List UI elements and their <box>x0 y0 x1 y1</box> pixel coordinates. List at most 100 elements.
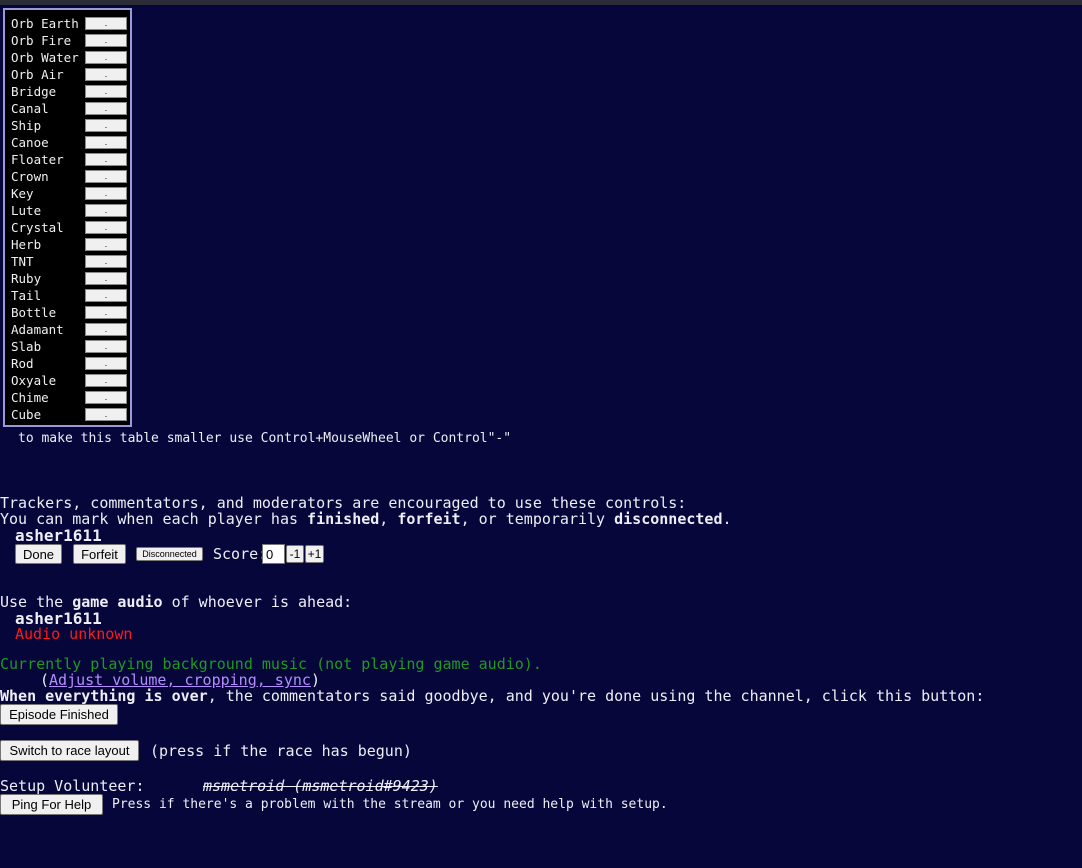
tracker-item-toggle[interactable]: . <box>85 85 127 98</box>
tracker-item-label: Rod <box>11 356 34 371</box>
tracker-item-label: Oxyale <box>11 373 57 388</box>
finish-instruction-rest: , the commentators said goodbye, and you… <box>207 687 985 705</box>
tracker-item-toggle[interactable]: . <box>85 323 127 336</box>
audio-instruction: Use the game audio of whoever is ahead: <box>0 594 352 610</box>
tracker-item-toggle[interactable]: . <box>85 391 127 404</box>
tracker-item-toggle[interactable]: . <box>85 51 127 64</box>
audio-status: Audio unknown <box>15 625 133 643</box>
tracker-row: Floater. <box>9 151 131 168</box>
score-minus-button[interactable]: -1 <box>286 545 304 563</box>
tracker-item-toggle[interactable]: . <box>85 272 127 285</box>
tracker-item-label: Chime <box>11 390 49 405</box>
tracker-row: Oxyale. <box>9 372 131 389</box>
tracker-row: Orb Water. <box>9 49 131 66</box>
tracker-item-label: TNT <box>11 254 34 269</box>
tracker-item-toggle[interactable]: . <box>85 170 127 183</box>
audio-instruction-suffix: of whoever is ahead: <box>162 593 353 611</box>
tracker-item-toggle[interactable]: . <box>85 119 127 132</box>
score-input[interactable] <box>262 544 285 564</box>
controls-description: You can mark when each player has finish… <box>0 511 732 527</box>
tracker-item-label: Floater <box>11 152 64 167</box>
tracker-item-label: Key <box>11 186 34 201</box>
tracker-row: Bridge. <box>9 83 131 100</box>
finish-instruction-bold: When everything is over <box>0 687 208 705</box>
tracker-item-label: Slab <box>11 339 42 354</box>
tracker-item-toggle[interactable]: . <box>85 153 127 166</box>
score-plus-button[interactable]: +1 <box>305 545 324 563</box>
adjust-audio-line: (Adjust volume, cropping, sync) <box>40 672 320 688</box>
background-music-status: Currently playing background music (not … <box>0 655 542 673</box>
resize-hint: to make this table smaller use Control+M… <box>18 431 512 446</box>
forfeit-word: forfeit <box>397 510 461 528</box>
switch-race-layout-button[interactable]: Switch to race layout <box>0 740 139 761</box>
tracker-row: Slab. <box>9 338 131 355</box>
tracker-row: Orb Earth. <box>9 15 131 32</box>
tracker-item-toggle[interactable]: . <box>85 289 127 302</box>
tracker-row: Cube. <box>9 406 131 423</box>
tracker-item-label: Bottle <box>11 305 57 320</box>
tracker-item-toggle[interactable]: . <box>85 187 127 200</box>
tracker-row: Herb. <box>9 236 131 253</box>
forfeit-button[interactable]: Forfeit <box>73 544 126 564</box>
player-name-controls: asher1611 <box>15 526 102 545</box>
tracker-item-toggle[interactable]: . <box>85 102 127 115</box>
disconnected-word: disconnected <box>614 510 723 528</box>
tracker-item-toggle[interactable]: . <box>85 357 127 370</box>
tracker-item-toggle[interactable]: . <box>85 374 127 387</box>
tracker-row: Orb Air. <box>9 66 131 83</box>
tracker-item-toggle[interactable]: . <box>85 408 127 421</box>
tracker-item-label: Orb Water <box>11 50 79 65</box>
done-button[interactable]: Done <box>15 544 62 564</box>
setup-volunteer-name: msmetroid (msmetroid#9423) <box>203 777 438 795</box>
top-bar <box>0 0 1082 5</box>
score-label: Score: <box>213 545 268 563</box>
tracker-item-toggle[interactable]: . <box>85 34 127 47</box>
tracker-row: Rod. <box>9 355 131 372</box>
tracker-item-label: Orb Earth <box>11 16 79 31</box>
tracker-item-toggle[interactable]: . <box>85 68 127 81</box>
disconnected-button[interactable]: Disconnected <box>136 547 203 561</box>
tracker-row: Chime. <box>9 389 131 406</box>
tracker-item-toggle[interactable]: . <box>85 136 127 149</box>
controls-intro: Trackers, commentators, and moderators a… <box>0 494 687 512</box>
tracker-item-label: Adamant <box>11 322 64 337</box>
period: . <box>722 510 732 528</box>
tracker-item-toggle[interactable]: . <box>85 238 127 251</box>
tracker-item-label: Herb <box>11 237 42 252</box>
tracker-item-label: Ship <box>11 118 42 133</box>
tracker-row: Crown. <box>9 168 131 185</box>
tracker-item-label: Cube <box>11 407 42 422</box>
tracker-row: Bottle. <box>9 304 131 321</box>
tracker-row: TNT. <box>9 253 131 270</box>
tracker-row: Adamant. <box>9 321 131 338</box>
comma: , <box>379 510 398 528</box>
tracker-item-label: Crown <box>11 169 49 184</box>
tracker-item-toggle[interactable]: . <box>85 221 127 234</box>
tracker-item-label: Canoe <box>11 135 49 150</box>
tracker-item-label: Crystal <box>11 220 64 235</box>
tracker-row: Canal. <box>9 100 131 117</box>
tracker-row: Key. <box>9 185 131 202</box>
tracker-row: Lute. <box>9 202 131 219</box>
finish-instruction: When everything is over, the commentator… <box>0 688 984 704</box>
tracker-item-label: Orb Fire <box>11 33 72 48</box>
tracker-item-toggle[interactable]: . <box>85 17 127 30</box>
tracker-item-toggle[interactable]: . <box>85 306 127 319</box>
finished-word: finished <box>307 510 380 528</box>
episode-finished-button[interactable]: Episode Finished <box>0 704 118 725</box>
ping-hint: Press if there's a problem with the stre… <box>112 797 668 812</box>
tracker-row: Crystal. <box>9 219 131 236</box>
tracker-item-toggle[interactable]: . <box>85 255 127 268</box>
tracker-item-toggle[interactable]: . <box>85 340 127 353</box>
tracker-item-label: Tail <box>11 288 42 303</box>
item-tracker-table: Orb Earth. Orb Fire. Orb Water. Orb Air. Bri… <box>3 8 132 427</box>
or-temporarily: , or temporarily <box>460 510 615 528</box>
race-layout-hint: (press if the race has begun) <box>150 742 412 760</box>
setup-volunteer-label: Setup Volunteer: <box>0 777 145 795</box>
tracker-item-toggle[interactable]: . <box>85 204 127 217</box>
ping-for-help-button[interactable]: Ping For Help <box>0 794 103 815</box>
tracker-row: Ship. <box>9 117 131 134</box>
tracker-row: Orb Fire. <box>9 32 131 49</box>
tracker-item-label: Canal <box>11 101 49 116</box>
tracker-item-label: Ruby <box>11 271 42 286</box>
